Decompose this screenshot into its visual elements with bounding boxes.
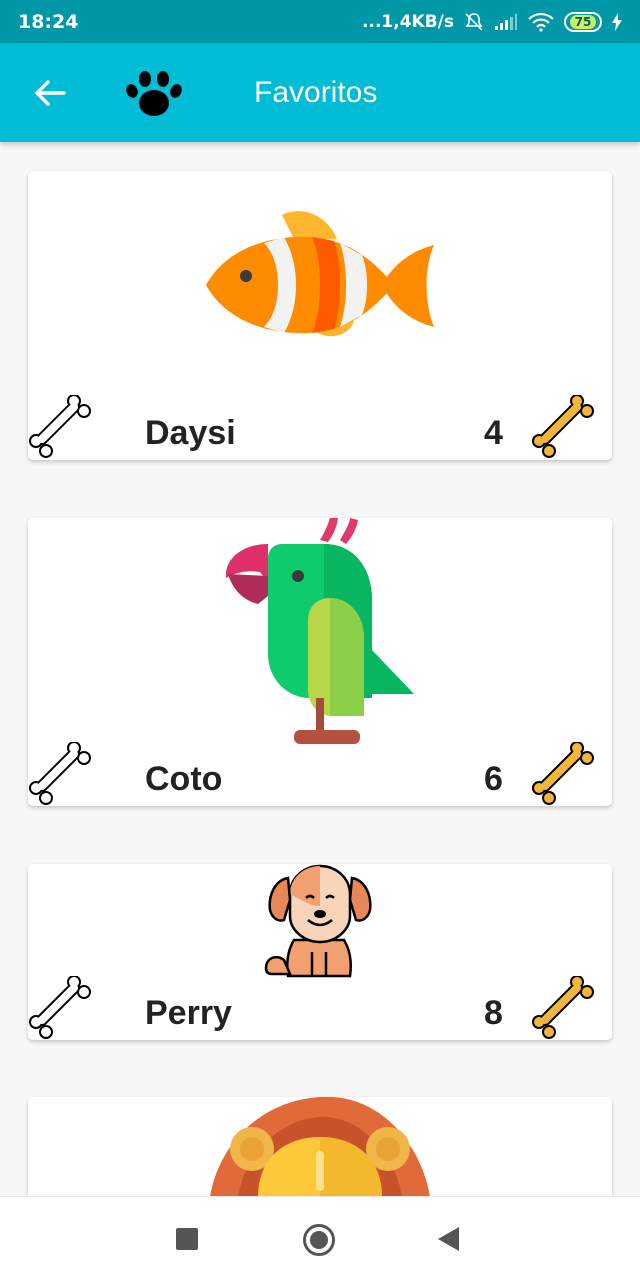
charging-icon — [612, 12, 622, 31]
recent-apps-button[interactable] — [176, 1228, 198, 1250]
mute-bell-icon — [465, 12, 483, 31]
lion-icon — [210, 1097, 430, 1197]
wifi-icon — [528, 12, 554, 32]
bone-count: 8 — [484, 994, 503, 1032]
dog-icon — [264, 864, 372, 978]
favorite-card[interactable]: Daysi 4 — [28, 171, 612, 460]
bone-filled-icon[interactable] — [531, 976, 597, 1040]
app-bar: Favoritos — [0, 43, 640, 142]
bone-filled-icon[interactable] — [531, 395, 597, 460]
network-speed: ...1,4KB/s — [362, 11, 454, 32]
bone-count: 6 — [484, 760, 503, 798]
favorite-card[interactable]: Perry 8 — [28, 864, 612, 1040]
favorite-card[interactable]: Coto 6 — [28, 518, 612, 806]
system-nav-bar — [0, 1196, 640, 1280]
bone-count: 4 — [484, 414, 503, 452]
battery-level: 75 — [569, 14, 597, 29]
signal-icon — [495, 13, 517, 30]
back-button[interactable] — [438, 1227, 460, 1251]
bone-outline-icon[interactable] — [28, 395, 94, 460]
bone-outline-icon[interactable] — [28, 742, 94, 806]
parrot-icon — [225, 518, 414, 744]
status-bar: 18:24 ...1,4KB/s 75 — [0, 0, 640, 43]
bone-outline-icon[interactable] — [28, 976, 94, 1040]
pet-name: Daysi — [145, 414, 236, 452]
pet-name: Perry — [145, 994, 232, 1032]
status-icons: ...1,4KB/s 75 — [362, 11, 622, 32]
clownfish-icon — [206, 211, 434, 337]
battery-indicator: 75 — [564, 11, 602, 32]
pet-name: Coto — [145, 760, 223, 798]
arrow-left-icon[interactable] — [32, 75, 68, 111]
paw-icon — [126, 71, 182, 116]
page-title: Favoritos — [254, 76, 378, 109]
bone-filled-icon[interactable] — [531, 742, 597, 806]
home-button[interactable] — [302, 1223, 336, 1257]
status-time: 18:24 — [18, 10, 79, 33]
